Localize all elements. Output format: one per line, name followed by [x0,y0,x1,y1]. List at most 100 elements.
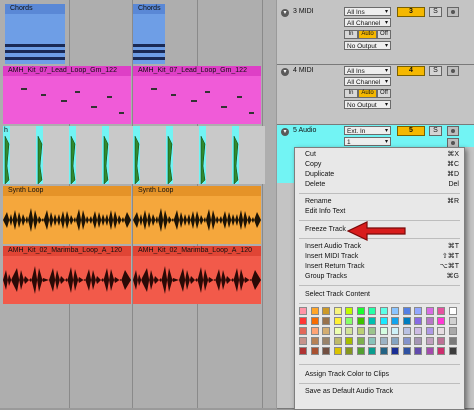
color-swatch[interactable] [448,327,457,335]
menu-item-edit-info-text[interactable]: Edit Info Text [295,207,464,217]
menu-item-insert-midi-track[interactable]: Insert MIDI Track ⇧⌘T [295,252,464,262]
arm-button[interactable] [447,7,459,17]
color-swatch[interactable] [414,317,422,325]
color-swatch[interactable] [333,337,342,345]
color-swatch[interactable] [379,317,388,325]
color-swatch[interactable] [437,317,445,325]
arm-button[interactable] [447,66,459,76]
menu-item-insert-return-track[interactable]: Insert Return Track ⌥⌘T [295,262,464,272]
color-swatch[interactable] [299,337,307,345]
color-swatch[interactable] [425,327,434,335]
color-swatch[interactable] [333,347,342,355]
color-swatch[interactable] [322,327,330,335]
color-swatch[interactable] [356,347,365,355]
marimba-loop-clip[interactable]: AMH_Kit_02_Marimba_Loop_A_120 [133,246,261,304]
color-swatch[interactable] [356,317,365,325]
color-swatch[interactable] [345,307,353,315]
audio-clip-row[interactable]: h [3,126,265,184]
menu-item-group-tracks[interactable]: Group Tracks ⌘G [295,272,464,282]
color-swatch[interactable] [322,307,330,315]
color-swatch[interactable] [310,327,319,335]
menu-item-cut[interactable]: Cut ⌘X [295,150,464,160]
output-select[interactable]: No Output ▾ [344,41,391,50]
synth-loop-clip[interactable]: Synth Loop [3,186,131,244]
monitor-in-button[interactable]: In [344,30,358,39]
menu-item-insert-audio-track[interactable]: Insert Audio Track ⌘T [295,242,464,252]
color-swatch[interactable] [310,307,319,315]
color-swatch[interactable] [368,337,376,345]
monitor-auto-button[interactable]: Auto [358,89,377,98]
color-swatch[interactable] [379,347,388,355]
color-swatch[interactable] [448,317,457,325]
track-fold-icon[interactable]: ▾ [281,68,289,76]
color-swatch[interactable] [356,337,365,345]
color-swatch[interactable] [414,327,422,335]
color-swatch[interactable] [379,337,388,345]
color-swatch[interactable] [437,327,445,335]
color-swatch[interactable] [402,307,411,315]
monitor-in-button[interactable]: In [344,89,358,98]
midi-channel-select[interactable]: All Channel ▾ [344,77,391,86]
synth-loop-clip[interactable]: Synth Loop [133,186,261,244]
track-activator-button[interactable]: 4 [397,66,425,76]
color-swatch[interactable] [299,327,307,335]
menu-item-rename[interactable]: Rename ⌘R [295,197,464,207]
solo-button[interactable]: S [429,7,442,17]
color-swatch[interactable] [437,337,445,345]
color-swatch[interactable] [425,307,434,315]
chords-clip[interactable]: Chords [5,4,65,64]
color-swatch[interactable] [391,347,399,355]
audio-from-select[interactable]: Ext. In ▾ [344,126,391,135]
color-swatch[interactable] [322,317,330,325]
lead-loop-clip[interactable]: AMH_Kit_07_Lead_Loop_Gm_122 [133,66,261,124]
color-swatch[interactable] [425,347,434,355]
color-swatch[interactable] [345,317,353,325]
color-swatch[interactable] [345,337,353,345]
color-swatch[interactable] [391,317,399,325]
color-swatch[interactable] [437,347,445,355]
track-activator-button[interactable]: 5 [397,126,425,136]
color-swatch[interactable] [448,347,457,355]
midi-channel-select[interactable]: All Channel ▾ [344,18,391,27]
color-swatch[interactable] [414,337,422,345]
track-name[interactable]: 3 MIDI [293,8,314,15]
color-swatch[interactable] [310,317,319,325]
menu-item-copy[interactable]: Copy ⌘C [295,160,464,170]
color-swatch[interactable] [299,307,307,315]
color-swatch[interactable] [333,317,342,325]
midi-from-select[interactable]: All Ins ▾ [344,7,391,16]
color-swatch[interactable] [391,307,399,315]
color-swatch[interactable] [322,347,330,355]
menu-item-assign-track-color-to-clips[interactable]: Assign Track Color to Clips [295,370,464,380]
color-swatch[interactable] [310,337,319,345]
solo-button[interactable]: S [429,126,442,136]
color-swatch[interactable] [368,307,376,315]
color-swatch[interactable] [368,347,376,355]
output-select[interactable]: No Output ▾ [344,100,391,109]
color-swatch[interactable] [414,347,422,355]
track-activator-button[interactable]: 3 [397,7,425,17]
color-swatch[interactable] [299,347,307,355]
color-swatch[interactable] [402,347,411,355]
arm-button[interactable] [447,126,459,136]
color-swatch[interactable] [391,337,399,345]
menu-item-select-track-content[interactable]: Select Track Content [295,290,464,300]
color-swatch[interactable] [448,307,457,315]
color-swatch[interactable] [333,327,342,335]
midi-from-select[interactable]: All Ins ▾ [344,66,391,75]
track-name[interactable]: 4 MIDI [293,67,314,74]
color-swatch[interactable] [345,347,353,355]
color-swatch[interactable] [310,347,319,355]
menu-item-save-as-default-audio-track[interactable]: Save as Default Audio Track [295,387,464,397]
color-swatch[interactable] [425,317,434,325]
color-swatch[interactable] [379,307,388,315]
track-fold-icon[interactable]: ▾ [281,9,289,17]
color-swatch[interactable] [414,307,422,315]
color-swatch[interactable] [437,307,445,315]
color-swatch[interactable] [356,327,365,335]
color-swatch[interactable] [299,317,307,325]
track-name[interactable]: 5 Audio [293,127,316,134]
lead-loop-clip[interactable]: AMH_Kit_07_Lead_Loop_Gm_122 [3,66,131,124]
color-swatch[interactable] [356,307,365,315]
color-swatch[interactable] [425,337,434,345]
